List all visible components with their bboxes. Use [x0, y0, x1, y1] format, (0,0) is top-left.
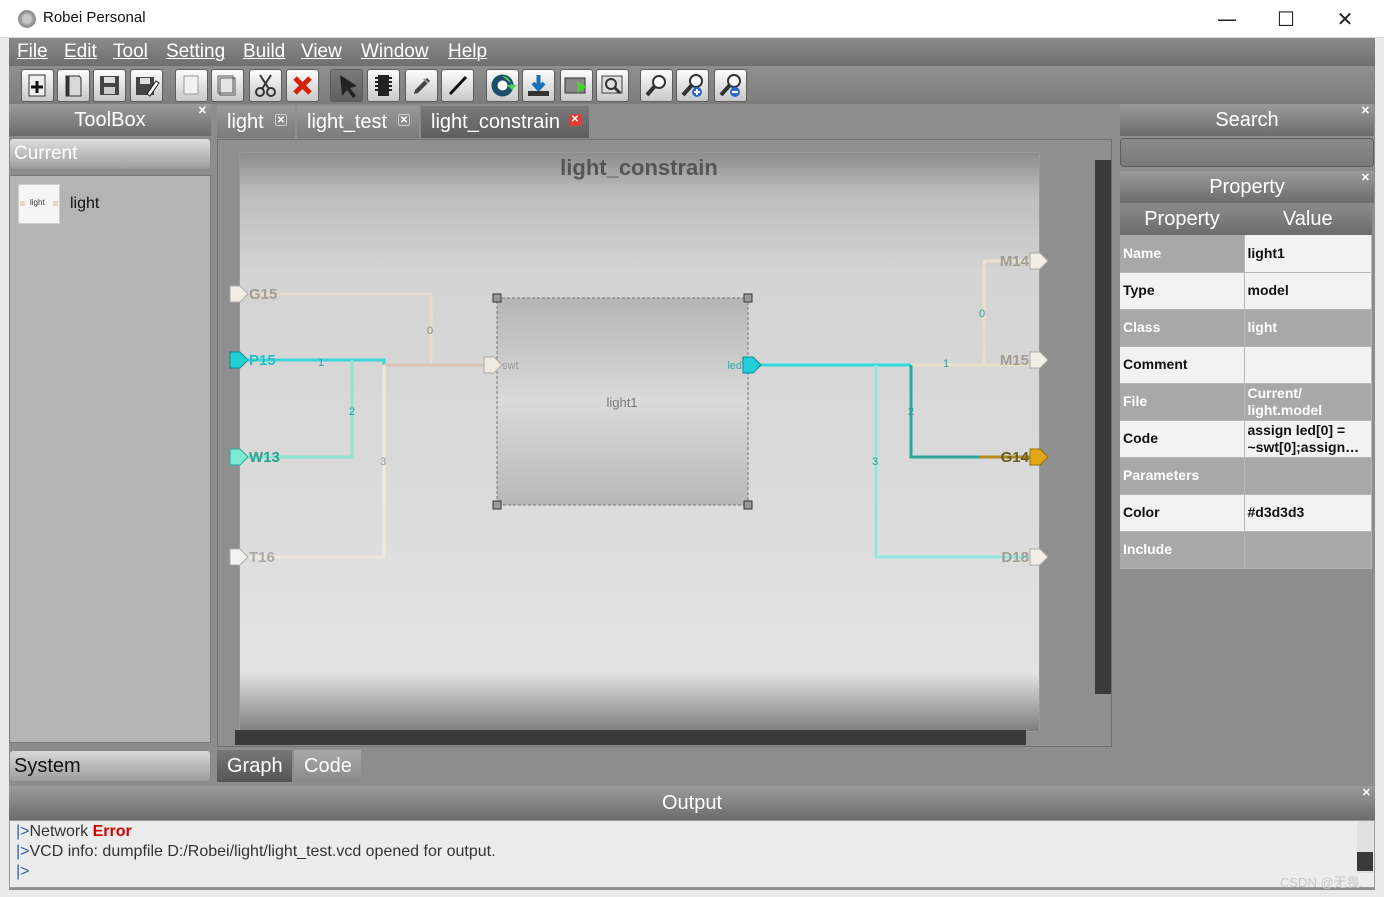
search-title: Search — [1215, 109, 1279, 131]
wire-label-left-1: 1 — [318, 357, 324, 369]
property-row-color[interactable]: Color #d3d3d3 — [1120, 494, 1372, 532]
wire-label-left-0: 0 — [427, 325, 433, 337]
output-close-icon[interactable]: ✕ — [1362, 786, 1371, 799]
wire-label-left-3: 3 — [380, 456, 386, 468]
property-close-icon[interactable]: ✕ — [1361, 171, 1370, 184]
wire-g15[interactable] — [246, 292, 485, 367]
property-title: Property — [1209, 176, 1285, 198]
pin-d18-label: D18 — [1001, 549, 1029, 566]
watermark: CSDN @无畏. — [1280, 875, 1364, 890]
pin-g14-label: G14 — [1001, 449, 1030, 466]
pin-t16-label: T16 — [249, 549, 275, 566]
search-close-icon[interactable]: ✕ — [1361, 104, 1370, 117]
output-line-2: |>VCD info: dumpfile D:/Robei/light/ligh… — [16, 843, 496, 860]
module-name: light1 — [606, 395, 637, 410]
resize-handle-br[interactable] — [743, 500, 753, 510]
wire-label-left-2: 2 — [349, 406, 355, 418]
property-table: Property Value Name light1 Type model Clas… — [1120, 204, 1372, 569]
pin-t16-shape[interactable] — [229, 548, 249, 566]
property-col-header: Property — [1120, 204, 1244, 235]
pin-w13-label: W13 — [249, 449, 280, 466]
property-row-class[interactable]: Class light — [1120, 309, 1372, 347]
output-scrollbar-thumb[interactable] — [1357, 852, 1373, 871]
property-row-parameters[interactable]: Parameters — [1120, 457, 1372, 495]
pin-g14-shape[interactable] — [1029, 448, 1049, 466]
wire-w13[interactable] — [246, 360, 354, 459]
pin-g15-label: G15 — [249, 286, 277, 303]
wire-m14[interactable] — [911, 259, 1030, 367]
pin-m14-label: M14 — [1000, 253, 1030, 270]
value-col-header: Value — [1244, 204, 1372, 235]
module-port-led[interactable] — [742, 356, 762, 374]
search-input[interactable] — [1120, 138, 1374, 167]
pin-p15-shape[interactable] — [229, 351, 249, 369]
output-line-3: |> — [16, 863, 30, 880]
resize-handle-tl[interactable] — [492, 293, 502, 303]
property-row-code[interactable]: Code assign led[0] = ~swt[0];assign… — [1120, 420, 1372, 458]
resize-handle-bl[interactable] — [492, 500, 502, 510]
output-line-1: |>Network Error — [16, 823, 132, 840]
search-header: Search ✕ — [1120, 104, 1374, 136]
property-row-file[interactable]: File Current/ light.model — [1120, 383, 1372, 421]
resize-handle-tr[interactable] — [743, 293, 753, 303]
property-header: Property ✕ — [1120, 171, 1374, 203]
wire-label-right-1: 1 — [943, 358, 949, 370]
pin-m15-shape[interactable] — [1029, 351, 1049, 369]
property-row-type[interactable]: Type model — [1120, 272, 1372, 310]
pin-w13-shape[interactable] — [229, 448, 249, 466]
output-title: Output — [661, 792, 723, 814]
wire-label-right-2: 2 — [908, 406, 914, 418]
wire-label-right-0: 0 — [979, 308, 985, 320]
wire-g14[interactable] — [909, 365, 1030, 459]
tab-graph[interactable]: Graph — [217, 750, 292, 782]
property-row-comment[interactable]: Comment — [1120, 346, 1372, 384]
diagram-title: light_constrain — [560, 155, 718, 180]
tab-code[interactable]: Code — [294, 750, 361, 782]
pin-m14-shape[interactable] — [1029, 252, 1049, 270]
output-console[interactable]: |>Network Error |>VCD info: dumpfile D:/… — [9, 820, 1375, 888]
pin-d18-shape[interactable] — [1029, 548, 1049, 566]
pin-g15-shape[interactable] — [229, 285, 249, 303]
property-row-name[interactable]: Name light1 — [1120, 235, 1372, 273]
property-row-include[interactable]: Include — [1120, 531, 1372, 569]
wire-label-right-3: 3 — [872, 456, 878, 468]
output-header: Output ✕ — [9, 786, 1375, 820]
module-light1[interactable]: light1 swt led — [492, 293, 753, 510]
pin-m15-label: M15 — [1000, 352, 1029, 369]
pin-p15-label: P15 — [249, 352, 276, 369]
module-output-label: led — [727, 360, 742, 372]
module-input-label: swt — [502, 360, 519, 372]
